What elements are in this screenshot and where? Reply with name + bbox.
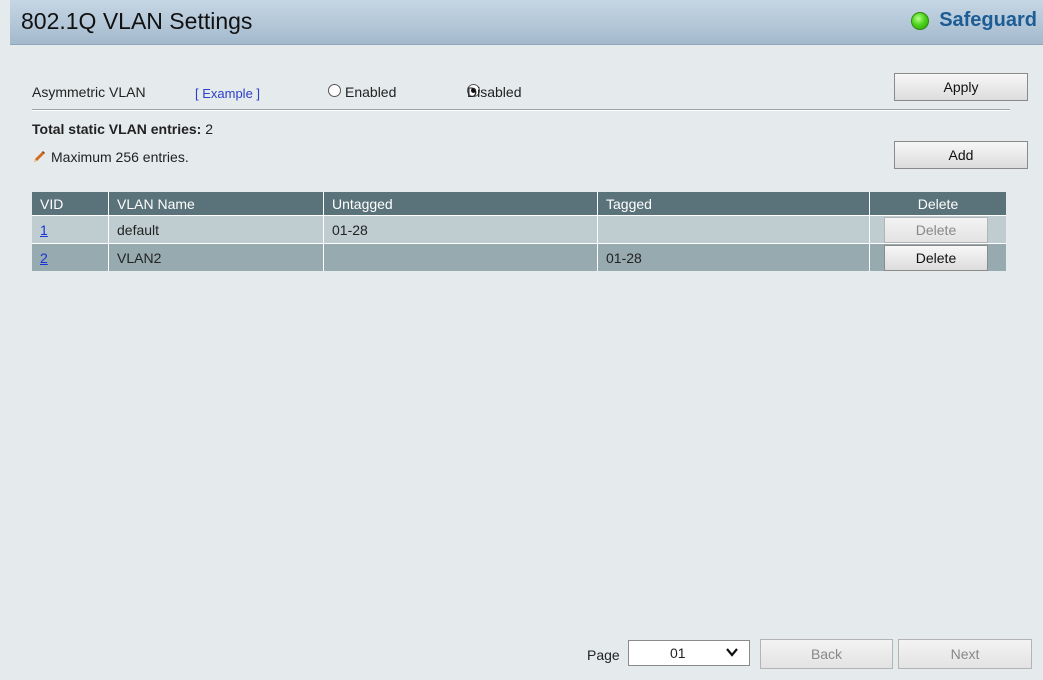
- page-select[interactable]: 01: [628, 640, 750, 666]
- vlan-table: VID VLAN Name Untagged Tagged Delete 1 d…: [32, 192, 1006, 271]
- chevron-down-icon: [726, 648, 738, 657]
- vid-link[interactable]: 2: [40, 250, 48, 266]
- untagged-cell: [323, 243, 598, 271]
- table-header-row: VID VLAN Name Untagged Tagged Delete: [32, 192, 1006, 216]
- safeguard-indicator: Safeguard: [911, 9, 1037, 32]
- apply-button[interactable]: Apply: [894, 73, 1028, 101]
- column-header-vlan-name: VLAN Name: [108, 192, 324, 216]
- column-header-untagged: Untagged: [323, 192, 598, 216]
- page-label: Page: [587, 647, 620, 663]
- example-link[interactable]: [ Example ]: [195, 86, 260, 101]
- vlan-name-cell: VLAN2: [108, 243, 324, 271]
- title-bar: 802.1Q VLAN Settings Safeguard: [10, 0, 1043, 45]
- table-row: 1 default 01-28 Delete: [32, 215, 1006, 244]
- vlan-name-cell: default: [108, 215, 324, 244]
- add-button[interactable]: Add: [894, 141, 1028, 169]
- page-select-value: 01: [670, 645, 686, 661]
- pencil-icon: [34, 151, 45, 162]
- max-entries-text: Maximum 256 entries.: [51, 149, 189, 165]
- status-led-icon: [911, 11, 930, 30]
- column-header-delete: Delete: [869, 192, 1006, 216]
- vid-cell: 2: [32, 243, 109, 271]
- delete-cell: Delete: [869, 243, 1006, 271]
- vid-link[interactable]: 1: [40, 222, 48, 238]
- next-button: Next: [898, 639, 1032, 669]
- page-title: 802.1Q VLAN Settings: [21, 8, 253, 34]
- asymmetric-vlan-label: Asymmetric VLAN: [32, 84, 146, 100]
- enabled-label: Enabled: [345, 84, 397, 100]
- tagged-cell: 01-28: [597, 243, 870, 271]
- divider: [32, 109, 1010, 111]
- back-button: Back: [760, 639, 893, 669]
- total-entries-label: Total static VLAN entries:: [32, 121, 202, 137]
- tagged-cell: [597, 215, 870, 244]
- untagged-cell: 01-28: [323, 215, 598, 244]
- max-entries-note: Maximum 256 entries.: [32, 149, 189, 165]
- column-header-tagged: Tagged: [597, 192, 870, 216]
- total-entries: Total static VLAN entries: 2: [32, 121, 213, 137]
- column-header-vid: VID: [32, 192, 109, 216]
- disabled-label: Disabled: [467, 84, 522, 100]
- total-entries-value: 2: [205, 121, 214, 137]
- enabled-radio[interactable]: [328, 84, 341, 97]
- delete-cell: Delete: [869, 215, 1006, 244]
- safeguard-label: Safeguard: [939, 9, 1037, 31]
- delete-button: Delete: [884, 217, 988, 243]
- vid-cell: 1: [32, 215, 109, 244]
- table-row: 2 VLAN2 01-28 Delete: [32, 243, 1006, 271]
- delete-button[interactable]: Delete: [884, 245, 988, 271]
